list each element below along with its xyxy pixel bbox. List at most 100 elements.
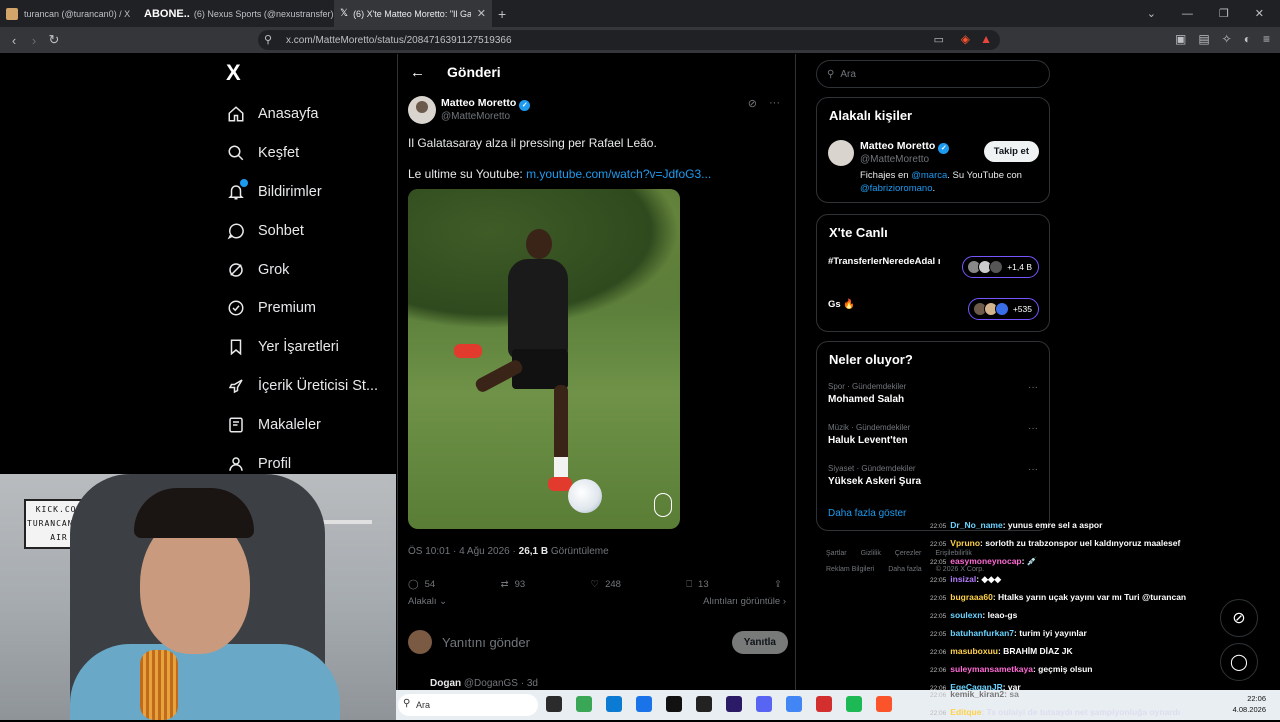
reply-input[interactable]: Yanıtını gönder: [442, 635, 732, 650]
footer-link[interactable]: Gizlilik: [861, 550, 881, 557]
rewards-icon[interactable]: ▲: [980, 32, 992, 46]
app-icon[interactable]: [816, 696, 832, 712]
sidebar-item-grok[interactable]: Grok: [226, 250, 378, 289]
capcut-icon[interactable]: [696, 696, 712, 712]
chat-user: Vpruno: [950, 538, 981, 548]
chat-user: kemik_kiran2: [950, 689, 1005, 699]
cast-icon[interactable]: ▭: [934, 33, 944, 46]
chat-user: batuhanfurkan7: [950, 628, 1015, 638]
discord-icon[interactable]: [756, 696, 772, 712]
next-reply-author[interactable]: Dogan @DoganGS · 3d: [430, 678, 538, 689]
tweet-meta: ÖS 10:01 · 4 Ağu 2026 · 26,1 B Görüntüle…: [408, 546, 609, 557]
bookmark-action[interactable]: ⎕ 13: [686, 574, 708, 594]
url-field[interactable]: ⚲ x.com/MatteMoretto/status/208471639112…: [258, 30, 1000, 50]
back-arrow-icon[interactable]: ←: [410, 64, 425, 81]
trend-item[interactable]: Spor · Gündemdekiler Mohamed Salah ···: [828, 382, 1038, 405]
sidebar-item-explore[interactable]: Keşfet: [226, 134, 378, 173]
more-icon[interactable]: ···: [1028, 423, 1038, 434]
more-icon[interactable]: ···: [769, 97, 780, 110]
bio-mention[interactable]: @marca: [911, 170, 947, 181]
follow-button[interactable]: Takip et: [983, 141, 1039, 162]
taskbar-search[interactable]: ⚲ Ara: [398, 694, 538, 716]
edge-icon[interactable]: [606, 696, 622, 712]
footer-link[interactable]: Daha fazla: [888, 566, 921, 573]
more-icon[interactable]: ···: [1028, 464, 1038, 475]
new-tab-button[interactable]: +: [492, 0, 516, 27]
repost-action[interactable]: ⇄ 93: [501, 574, 526, 594]
leo-icon[interactable]: ✧: [1222, 32, 1232, 46]
messages-fab[interactable]: ◯: [1220, 643, 1258, 681]
sidebar-item-notifications[interactable]: Bildirimler: [226, 173, 378, 212]
sidebar-item-articles[interactable]: Makaleler: [226, 405, 378, 444]
app-icon[interactable]: [636, 696, 652, 712]
x-logo[interactable]: X: [226, 60, 241, 86]
sidebar-item-chat[interactable]: Sohbet: [226, 211, 378, 250]
site-info-icon[interactable]: ⚲: [264, 33, 272, 46]
like-action[interactable]: ♡ 248: [591, 574, 621, 594]
live-space-title[interactable]: #TransferlerNeredeAdal ı: [828, 256, 948, 268]
avatar[interactable]: [828, 140, 854, 166]
close-window-icon[interactable]: ✕: [1255, 7, 1264, 20]
sidebar-item-bookmarks[interactable]: Yer İşaretleri: [226, 328, 378, 367]
minimize-icon[interactable]: —: [1182, 8, 1193, 20]
search-input[interactable]: ⚲ Ara: [816, 60, 1050, 88]
wallet-icon[interactable]: ▤: [1198, 32, 1209, 46]
related-name-row[interactable]: Matteo Moretto ✓: [860, 140, 950, 154]
sort-relevant[interactable]: Alakalı ⌄: [408, 596, 447, 607]
brave-shield-icon[interactable]: ◈: [961, 32, 970, 46]
task-view-icon[interactable]: [546, 696, 562, 712]
live-space-title[interactable]: Gs 🔥: [828, 299, 948, 311]
footer-link[interactable]: Çerezler: [895, 550, 921, 557]
browser-tab-active[interactable]: 𝕏 (6) X'te Matteo Moretto: "Il Gala ✕: [334, 0, 492, 27]
close-tab-icon[interactable]: ✕: [477, 7, 486, 20]
x-favicon: 𝕏: [340, 8, 349, 19]
tweet-photo[interactable]: [408, 189, 680, 529]
reply-action[interactable]: ◯ 54: [408, 574, 435, 594]
sidebar-icon[interactable]: ▣: [1175, 32, 1186, 46]
forward-icon[interactable]: ›: [24, 33, 44, 48]
more-icon[interactable]: ···: [1028, 382, 1038, 393]
brave-icon[interactable]: [876, 696, 892, 712]
show-more-link[interactable]: Daha fazla göster: [828, 508, 906, 519]
bookmark-count: 13: [698, 578, 709, 590]
chat-user: suleymansametkaya: [950, 664, 1033, 674]
premiere-icon[interactable]: [726, 696, 742, 712]
footer-link[interactable]: Reklam Bilgileri: [826, 566, 874, 573]
grok-icon[interactable]: ⊘: [748, 97, 757, 110]
vpn-icon[interactable]: ◐: [1244, 32, 1251, 46]
footer-link[interactable]: Şartlar: [826, 550, 847, 557]
spotify-icon[interactable]: [846, 696, 862, 712]
tab-title: (6) X'te Matteo Moretto: "Il Gala: [353, 8, 472, 19]
grok-fab[interactable]: ⊘: [1220, 599, 1258, 637]
bio-mention[interactable]: @fabrizioromano: [860, 183, 932, 194]
obs-icon[interactable]: [666, 696, 682, 712]
sidebar-item-home[interactable]: Anasayfa: [226, 95, 378, 134]
chrome-icon[interactable]: [786, 696, 802, 712]
browser-tab[interactable]: turancan (@turancan0) / X: [0, 0, 138, 27]
back-icon[interactable]: ‹: [4, 33, 24, 48]
trend-item[interactable]: Siyaset · Gündemdekiler Yüksek Askeri Şu…: [828, 464, 1038, 487]
live-space-pill[interactable]: +535: [967, 298, 1039, 320]
menu-icon[interactable]: ≡: [1263, 32, 1270, 46]
chevron-down-icon[interactable]: ⌄: [1147, 7, 1156, 20]
trend-item[interactable]: Müzik · Gündemdekiler Haluk Levent'ten ·…: [828, 423, 1038, 446]
app-icon[interactable]: [576, 696, 592, 712]
related-handle[interactable]: @MatteMoretto: [860, 154, 929, 165]
chat-user: insizal: [950, 574, 977, 584]
listener-count: +1,4 B: [1007, 262, 1032, 272]
author-handle[interactable]: @MatteMoretto: [441, 111, 510, 122]
view-quotes-link[interactable]: Alıntıları görüntüle ›: [703, 596, 786, 607]
author-name-row[interactable]: Matteo Moretto ✓: [441, 97, 531, 111]
reload-icon[interactable]: ↻: [44, 32, 64, 48]
avatar[interactable]: [408, 96, 436, 124]
chat-time: 22:06: [930, 649, 947, 656]
reply-button[interactable]: Yanıtla: [731, 630, 788, 654]
live-space-pill[interactable]: +1,4 B: [962, 256, 1039, 278]
sidebar-item-premium[interactable]: Premium: [226, 289, 378, 328]
browser-tab[interactable]: ABONE.. (6) Nexus Sports (@nexustransfer…: [138, 0, 334, 27]
share-icon[interactable]: ⇪: [774, 574, 782, 594]
tweet-link[interactable]: m.youtube.com/watch?v=JdfoG3...: [526, 167, 711, 181]
sidebar-item-creator-studio[interactable]: İçerik Üreticisi St...: [226, 367, 378, 406]
browser-toolbar-icons: ▣ ▤ ✧ ◐ ≡: [1175, 32, 1270, 46]
maximize-icon[interactable]: ❐: [1219, 7, 1229, 20]
